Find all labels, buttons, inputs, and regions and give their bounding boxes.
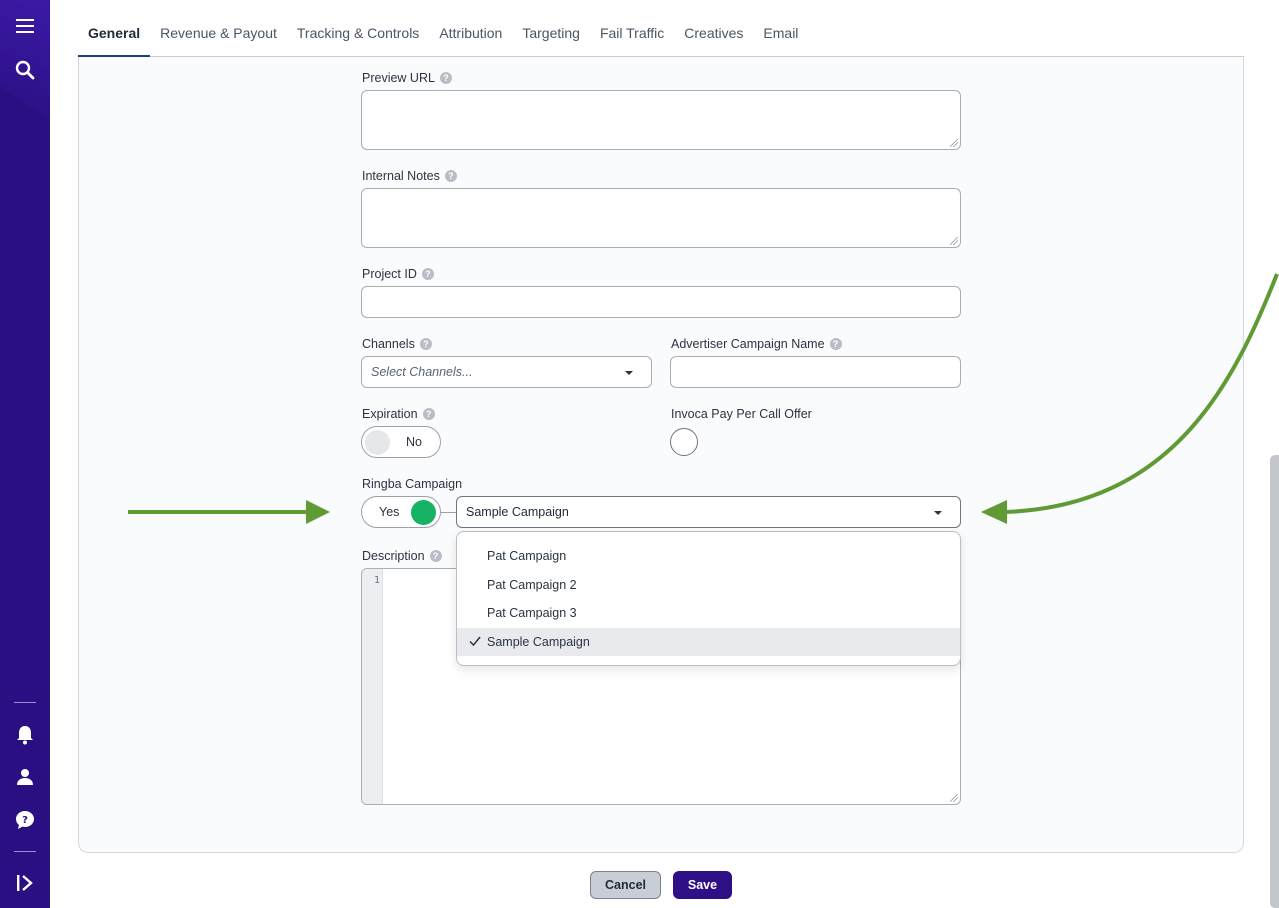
ringba-campaign-label: Ringba Campaign bbox=[362, 477, 462, 491]
description-label: Description ? bbox=[362, 549, 442, 563]
advertiser-campaign-name-label: Advertiser Campaign Name ? bbox=[671, 337, 842, 351]
ringba-campaign-select[interactable]: Sample Campaign bbox=[456, 496, 961, 528]
dropdown-option[interactable]: Pat Campaign 2 bbox=[457, 571, 960, 599]
ringba-campaign-label-text: Ringba Campaign bbox=[362, 477, 463, 491]
preview-url-input[interactable] bbox=[362, 91, 960, 149]
option-label: Sample Campaign bbox=[487, 635, 590, 649]
project-id-label-text: Project ID bbox=[362, 267, 417, 281]
tab-general[interactable]: General bbox=[78, 20, 151, 57]
preview-url-label-text: Preview URL bbox=[362, 71, 435, 85]
svg-text:?: ? bbox=[22, 815, 28, 826]
advertiser-campaign-name-field[interactable] bbox=[670, 356, 961, 388]
advertiser-campaign-name-input[interactable] bbox=[671, 357, 960, 387]
expiration-label-text: Expiration bbox=[362, 407, 418, 421]
menu-icon[interactable] bbox=[13, 14, 37, 38]
expiration-toggle-text: No bbox=[406, 435, 422, 449]
annotation-arrow-right-icon bbox=[128, 500, 330, 524]
internal-notes-label: Internal Notes ? bbox=[362, 169, 457, 183]
channels-placeholder: Select Channels... bbox=[371, 365, 473, 379]
expiration-label: Expiration ? bbox=[362, 407, 435, 421]
tab-tracking-controls[interactable]: Tracking & Controls bbox=[287, 20, 429, 56]
search-icon[interactable] bbox=[13, 58, 37, 82]
connector-line bbox=[441, 512, 457, 513]
help-icon[interactable]: ? bbox=[429, 550, 442, 562]
option-label: Pat Campaign bbox=[487, 549, 567, 563]
line-number: 1 bbox=[373, 575, 380, 586]
ringba-selected-value: Sample Campaign bbox=[466, 505, 569, 519]
rail-divider bbox=[14, 702, 36, 703]
cancel-button[interactable]: Cancel bbox=[590, 871, 661, 899]
description-label-text: Description bbox=[362, 549, 425, 563]
toggle-knob bbox=[411, 500, 436, 525]
rail-divider bbox=[14, 851, 36, 852]
resize-handle[interactable] bbox=[950, 139, 958, 147]
resize-handle[interactable] bbox=[950, 237, 958, 245]
user-icon[interactable] bbox=[13, 765, 37, 789]
dropdown-option[interactable]: Pat Campaign bbox=[457, 542, 960, 570]
advertiser-campaign-name-label-text: Advertiser Campaign Name bbox=[671, 337, 825, 351]
help-icon[interactable]: ? bbox=[13, 808, 37, 832]
bell-icon[interactable] bbox=[13, 723, 37, 747]
ringba-campaign-dropdown: Pat Campaign Pat Campaign 2 Pat Campaign… bbox=[456, 531, 961, 666]
ringba-toggle-text: Yes bbox=[379, 505, 400, 519]
toggle-knob bbox=[365, 430, 390, 455]
option-label: Pat Campaign 2 bbox=[487, 578, 577, 592]
help-icon[interactable]: ? bbox=[439, 72, 452, 84]
tab-targeting[interactable]: Targeting bbox=[512, 20, 590, 56]
tab-bar: General Revenue & Payout Tracking & Cont… bbox=[78, 20, 1244, 57]
dropdown-option-selected[interactable]: Sample Campaign bbox=[457, 628, 960, 656]
chevron-down-icon bbox=[934, 511, 942, 515]
project-id-input[interactable] bbox=[362, 287, 960, 317]
invoca-label: Invoca Pay Per Call Offer bbox=[671, 407, 812, 421]
tab-email[interactable]: Email bbox=[753, 20, 808, 56]
dropdown-option[interactable]: Pat Campaign 3 bbox=[457, 599, 960, 627]
help-icon[interactable]: ? bbox=[421, 268, 434, 280]
invoca-checkbox[interactable] bbox=[670, 428, 698, 456]
help-icon[interactable]: ? bbox=[422, 408, 435, 420]
option-label: Pat Campaign 3 bbox=[487, 606, 577, 620]
resize-handle[interactable] bbox=[950, 794, 958, 802]
preview-url-label: Preview URL ? bbox=[362, 71, 452, 85]
internal-notes-label-text: Internal Notes bbox=[362, 169, 440, 183]
preview-url-field[interactable] bbox=[361, 90, 961, 150]
channels-select[interactable]: Select Channels... bbox=[361, 356, 652, 388]
nav-rail: ? bbox=[0, 0, 50, 908]
tab-creatives[interactable]: Creatives bbox=[674, 20, 753, 56]
annotation-arrow-curved-icon bbox=[981, 273, 1279, 524]
project-id-label: Project ID ? bbox=[362, 267, 434, 281]
expiration-toggle[interactable]: No bbox=[361, 426, 441, 458]
editor-gutter: 1 bbox=[362, 569, 383, 804]
ringba-campaign-toggle[interactable]: Yes bbox=[361, 496, 441, 528]
check-icon bbox=[469, 636, 481, 647]
internal-notes-field[interactable] bbox=[361, 188, 961, 248]
help-icon[interactable]: ? bbox=[419, 338, 432, 350]
channels-label-text: Channels bbox=[362, 337, 415, 351]
tab-attribution[interactable]: Attribution bbox=[429, 20, 512, 56]
tab-revenue-payout[interactable]: Revenue & Payout bbox=[150, 20, 287, 56]
help-icon[interactable]: ? bbox=[829, 338, 842, 350]
internal-notes-input[interactable] bbox=[362, 189, 960, 247]
project-id-field[interactable] bbox=[361, 286, 961, 318]
expand-icon[interactable] bbox=[13, 871, 37, 895]
tab-fail-traffic[interactable]: Fail Traffic bbox=[590, 20, 674, 56]
channels-label: Channels ? bbox=[362, 337, 432, 351]
invoca-label-text: Invoca Pay Per Call Offer bbox=[671, 407, 812, 421]
help-icon[interactable]: ? bbox=[444, 170, 457, 182]
chevron-down-icon bbox=[625, 371, 633, 375]
save-button[interactable]: Save bbox=[673, 871, 732, 899]
